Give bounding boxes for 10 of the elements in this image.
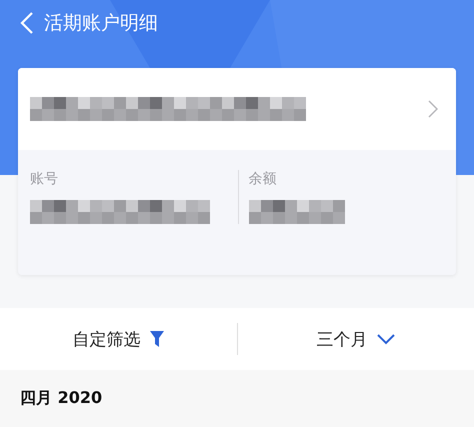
period-dropdown[interactable]: 三个月 [238, 320, 474, 358]
back-icon[interactable] [20, 11, 34, 35]
chevron-right-icon[interactable] [428, 100, 438, 118]
filter-icon [150, 331, 164, 347]
custom-filter-button[interactable]: 自定筛选 [0, 320, 236, 358]
field-label: 账号 [30, 170, 59, 188]
field-label: 余额 [248, 170, 278, 188]
caret-icon [377, 334, 396, 344]
page-title: 活期账户明细 [44, 11, 158, 36]
month-heading: 四月 2020 [20, 388, 102, 409]
